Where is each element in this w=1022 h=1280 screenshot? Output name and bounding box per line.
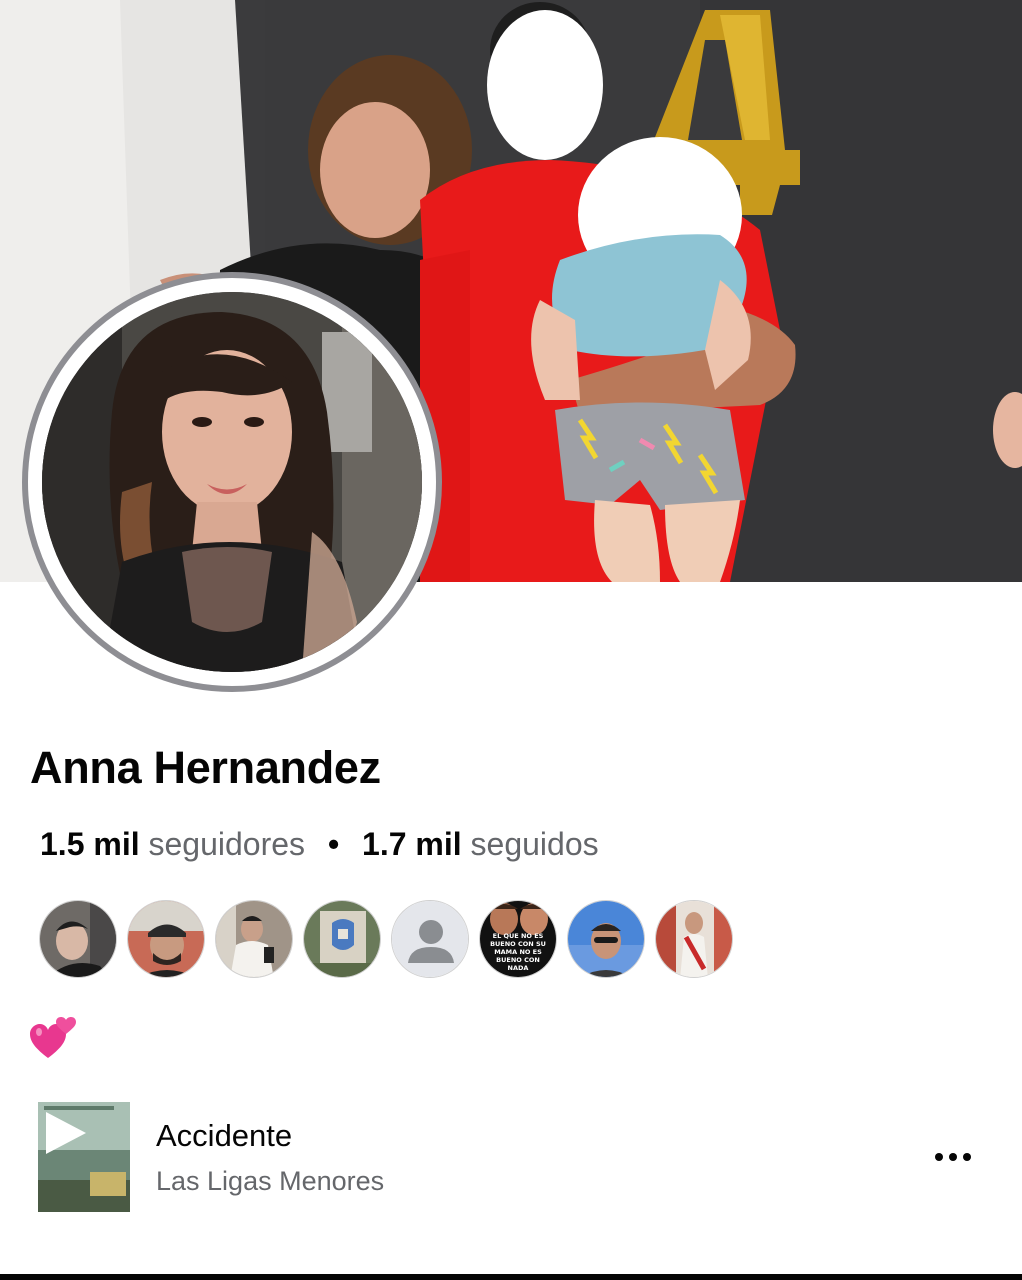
following-link[interactable]: 1.7 mil seguidos [362,826,599,862]
friend-avatar-image [656,901,732,977]
more-dot [949,1153,957,1161]
profile-picture[interactable] [22,272,442,692]
song-title[interactable]: Accidente [156,1118,292,1154]
friend-avatar-image [40,901,116,977]
friend-avatar[interactable] [127,900,205,978]
more-options-icon[interactable] [928,1142,978,1172]
friend-avatar[interactable] [215,900,293,978]
friend-avatar[interactable]: El que no es bueno con su mama no es bue… [479,900,557,978]
play-icon[interactable] [40,1108,90,1158]
two-hearts-icon [30,1017,76,1058]
following-label: seguidos [470,826,599,862]
bottom-edge-bar [0,1274,1022,1280]
friend-avatar[interactable] [655,900,733,978]
friend-avatar-caption: El que no es bueno con su mama no es bue… [490,932,546,972]
followers-link[interactable]: 1.5 mil seguidores [40,826,314,862]
friend-avatar-image [304,901,380,977]
song-artist[interactable]: Las Ligas Menores [156,1166,384,1197]
friend-avatar[interactable] [39,900,117,978]
default-user-icon [392,901,468,977]
mutual-friends-row: El que no es bueno con su mama no es bue… [39,900,733,980]
friend-avatar-default[interactable] [391,900,469,978]
friend-avatar-image [568,901,644,977]
followers-label: seguidores [148,826,306,862]
friend-avatar[interactable] [303,900,381,978]
profile-stats: 1.5 mil seguidores • 1.7 mil seguidos [40,826,599,863]
followers-count: 1.5 mil [40,826,140,862]
album-art[interactable] [38,1102,130,1212]
friend-avatar[interactable] [567,900,645,978]
profile-music-row[interactable]: Accidente Las Ligas Menores [38,1100,988,1214]
friend-avatar-image [216,901,292,977]
more-dot [935,1153,943,1161]
profile-name: Anna Hernandez [30,742,381,793]
profile-photo-image [42,292,422,672]
profile-photo [42,292,422,672]
stats-separator: • [327,826,340,862]
profile-page: Anna Hernandez 1.5 mil seguidores • 1.7 … [0,0,1022,1280]
more-dot [963,1153,971,1161]
friend-avatar-image [128,901,204,977]
following-count: 1.7 mil [362,826,462,862]
